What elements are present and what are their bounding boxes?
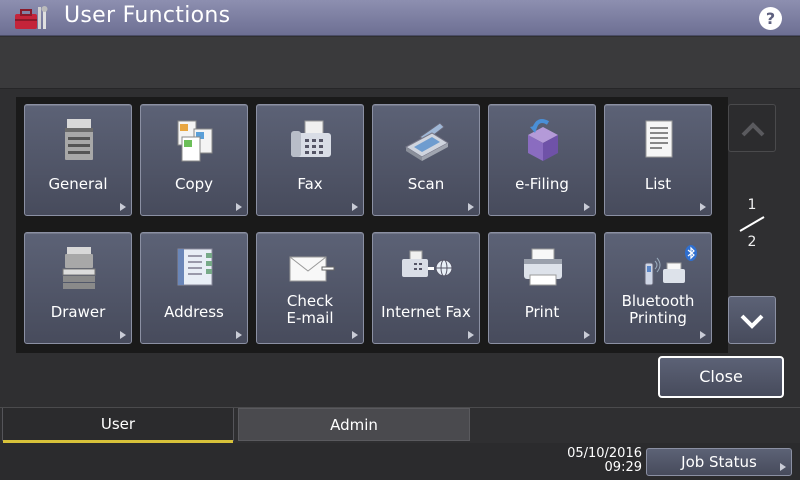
button-label: Check E-mail — [286, 292, 334, 327]
fax-machine-icon — [291, 120, 331, 157]
email-envelope-icon — [289, 256, 335, 282]
submenu-arrow-icon — [700, 203, 706, 211]
message-area — [0, 37, 800, 89]
submenu-arrow-icon — [584, 331, 590, 339]
print-button[interactable]: Print — [488, 232, 596, 344]
close-button[interactable]: Close — [658, 356, 784, 398]
e-filing-button[interactable]: e-Filing — [488, 104, 596, 216]
submenu-arrow-icon — [236, 331, 242, 339]
chevron-down-icon — [740, 314, 764, 329]
submenu-arrow-icon — [120, 203, 126, 211]
title-bar: User Functions ? — [0, 0, 800, 36]
page-divider-icon — [739, 216, 765, 232]
general-button[interactable]: General — [24, 104, 132, 216]
page-down-button[interactable] — [728, 296, 776, 344]
tab-user[interactable]: User — [2, 408, 234, 445]
drawer-button[interactable]: Drawer — [24, 232, 132, 344]
current-page: 1 — [747, 197, 757, 213]
button-label: Print — [524, 303, 560, 321]
submenu-arrow-icon — [236, 203, 242, 211]
submenu-arrow-icon — [700, 331, 706, 339]
list-document-icon — [645, 120, 673, 158]
date-display: 05/10/2016 — [567, 446, 642, 461]
button-label: Drawer — [50, 303, 106, 321]
check-email-button[interactable]: Check E-mail — [256, 232, 364, 344]
button-label: General — [48, 175, 108, 193]
submenu-arrow-icon — [120, 331, 126, 339]
scan-button[interactable]: Scan — [372, 104, 480, 216]
button-label: Bluetooth Printing — [621, 292, 695, 327]
internet-fax-icon — [402, 250, 453, 277]
job-status-button[interactable]: Job Status — [646, 448, 792, 476]
list-button[interactable]: List — [604, 104, 712, 216]
job-status-label: Job Status — [681, 453, 757, 471]
printer-icon — [524, 248, 562, 286]
submenu-arrow-icon — [468, 331, 474, 339]
copy-button[interactable]: Copy — [140, 104, 248, 216]
bluetooth-printing-button[interactable]: Bluetooth Printing — [604, 232, 712, 344]
submenu-arrow-icon — [352, 331, 358, 339]
help-button[interactable]: ? — [759, 7, 782, 30]
chevron-up-icon — [741, 122, 765, 137]
toolbox-icon — [15, 6, 48, 29]
submenu-arrow-icon — [352, 203, 358, 211]
bluetooth-printing-icon — [644, 245, 697, 286]
internet-fax-button[interactable]: Internet Fax — [372, 232, 480, 344]
submenu-arrow-icon — [780, 463, 786, 471]
copy-documents-icon — [177, 120, 213, 162]
total-pages: 2 — [747, 234, 757, 250]
submenu-arrow-icon — [584, 203, 590, 211]
tab-label: Admin — [330, 416, 378, 434]
submenu-arrow-icon — [468, 203, 474, 211]
button-label: e-Filing — [515, 175, 569, 193]
tab-label: User — [100, 415, 136, 433]
address-book-icon — [177, 248, 213, 286]
scanner-icon — [405, 122, 449, 161]
function-grid: General Copy Fax Scan e-Filing List Draw… — [16, 97, 728, 353]
drawer-printer-icon — [62, 247, 96, 289]
multifunction-printer-icon — [65, 119, 93, 160]
tab-admin[interactable]: Admin — [238, 408, 470, 441]
button-label: Fax — [297, 175, 323, 193]
time-display: 09:29 — [604, 460, 642, 475]
page-title: User Functions — [64, 3, 231, 28]
button-label: Scan — [407, 175, 445, 193]
filing-box-icon — [528, 119, 558, 161]
button-label: Copy — [174, 175, 214, 193]
address-button[interactable]: Address — [140, 232, 248, 344]
button-label: Internet Fax — [381, 303, 471, 321]
page-up-button[interactable] — [728, 104, 776, 152]
fax-button[interactable]: Fax — [256, 104, 364, 216]
button-label: List — [644, 175, 672, 193]
button-label: Address — [164, 303, 224, 321]
